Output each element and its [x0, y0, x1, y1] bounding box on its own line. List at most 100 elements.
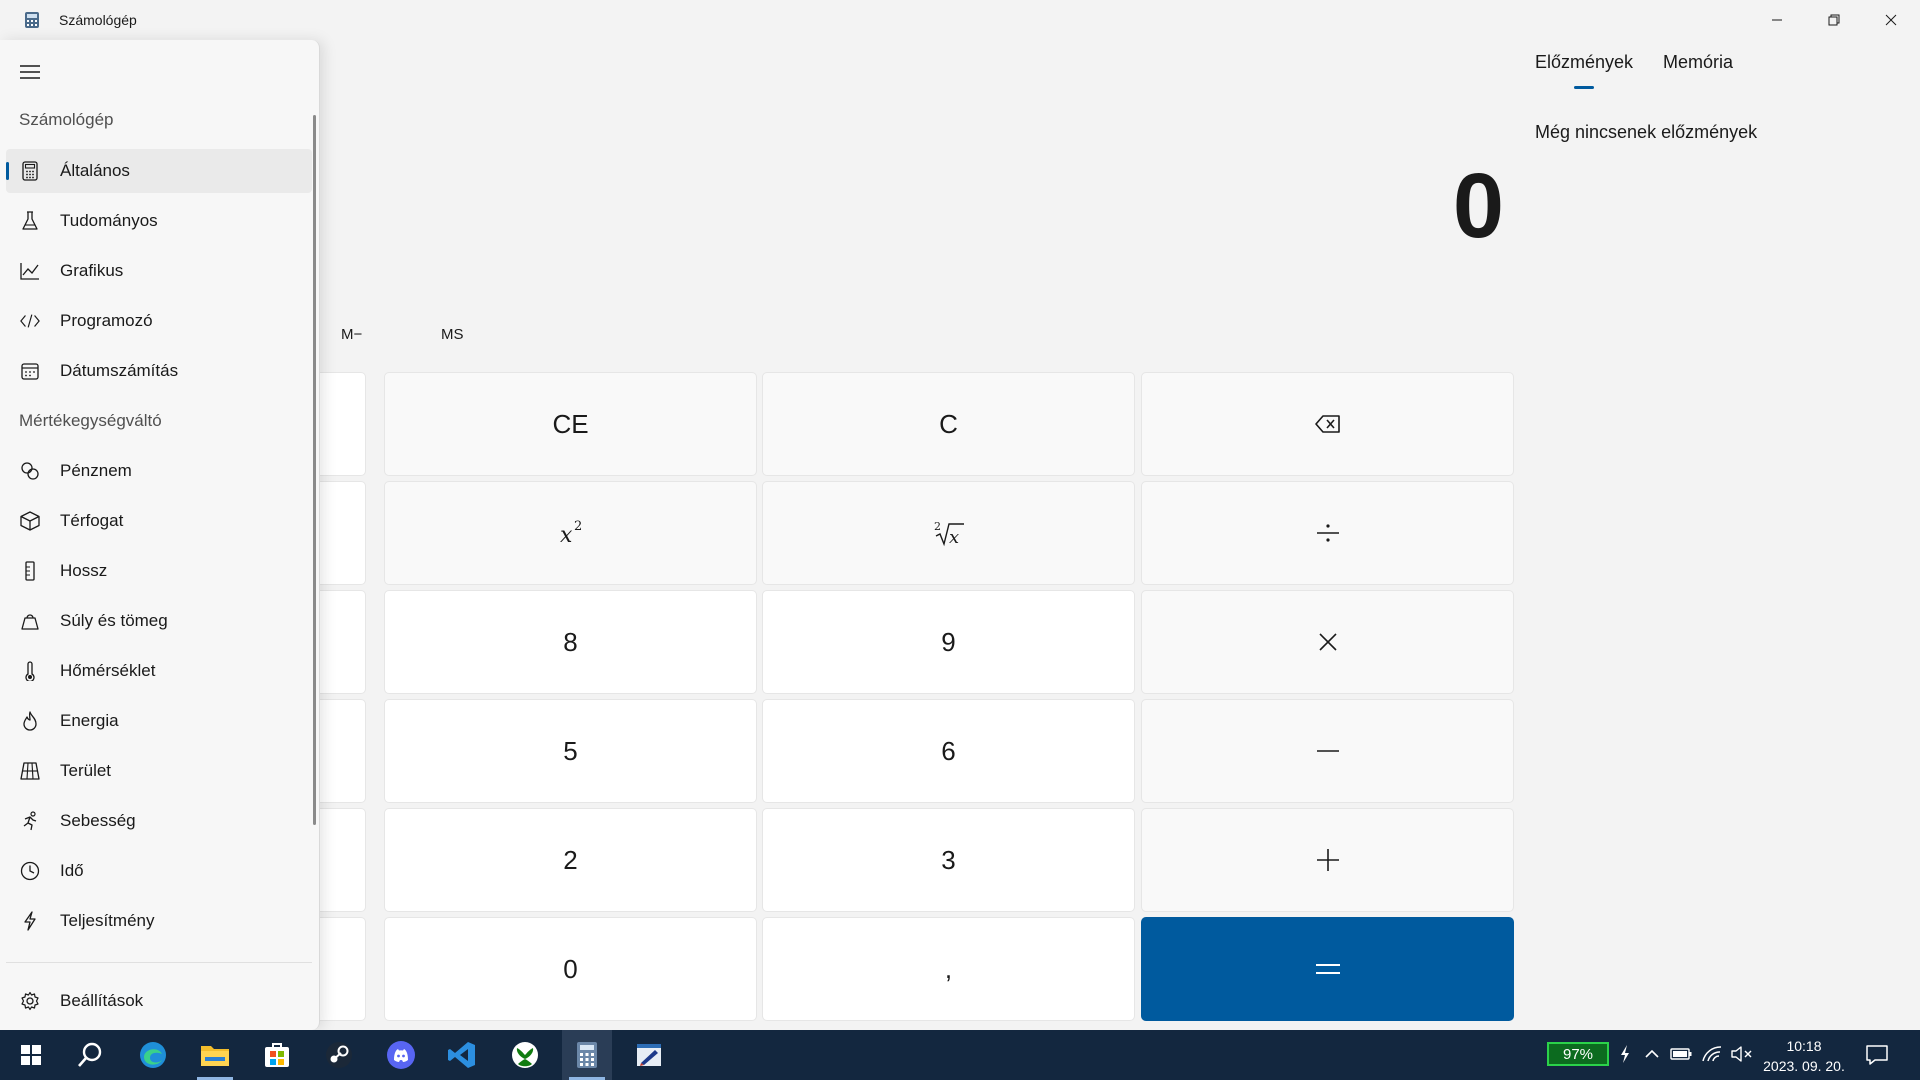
- plus-icon: [1316, 849, 1339, 871]
- svg-text:2: 2: [574, 519, 582, 534]
- restore-button[interactable]: [1806, 0, 1862, 40]
- key-zero[interactable]: 0: [384, 917, 757, 1021]
- nav-item-date-calculation[interactable]: Dátumszámítás: [6, 349, 312, 393]
- flask-icon: [20, 211, 40, 231]
- nav-item-temperature[interactable]: Hőmérséklet: [6, 649, 312, 693]
- grid-icon: [20, 761, 40, 781]
- nav-item-programmer[interactable]: Programozó: [6, 299, 312, 343]
- key-divide[interactable]: [1141, 481, 1514, 585]
- tab-memory[interactable]: Memória: [1663, 52, 1733, 89]
- notification-icon[interactable]: [1865, 1043, 1889, 1067]
- calculator-app-icon: [25, 12, 39, 28]
- result-display: 0: [1452, 155, 1504, 257]
- memory-store-button[interactable]: MS: [433, 322, 472, 347]
- key-nine[interactable]: 9: [762, 590, 1135, 694]
- flame-icon: [20, 711, 40, 731]
- nav-item-scientific[interactable]: Tudományos: [6, 199, 312, 243]
- svg-text:x: x: [560, 523, 573, 548]
- calendar-icon: [20, 361, 40, 381]
- key-clear[interactable]: C: [762, 372, 1135, 476]
- tray-overflow-chevron-icon[interactable]: [1641, 1043, 1663, 1065]
- square-root-icon: 2x: [934, 520, 964, 548]
- title-bar: Számológép: [0, 0, 1920, 40]
- close-button[interactable]: [1863, 0, 1919, 40]
- nav-item-time[interactable]: Idő: [6, 849, 312, 893]
- nav-item-settings[interactable]: Beállítások: [6, 979, 312, 1023]
- key-square-root[interactable]: 2x: [762, 481, 1135, 585]
- nav-item-graphing[interactable]: Grafikus: [6, 249, 312, 293]
- volume-muted-icon[interactable]: [1731, 1043, 1753, 1065]
- taskbar-file-explorer[interactable]: [190, 1030, 240, 1080]
- clock-time: 10:18: [1786, 1038, 1822, 1054]
- tab-history[interactable]: Előzmények: [1535, 52, 1633, 89]
- nav-item-volume[interactable]: Térfogat: [6, 499, 312, 543]
- nav-label: Sebesség: [60, 811, 136, 830]
- hamburger-menu-icon[interactable]: [19, 64, 41, 80]
- steam-icon: [326, 1042, 352, 1068]
- key-backspace[interactable]: [1141, 372, 1514, 476]
- history-empty-text: Még nincsenek előzmények: [1535, 122, 1758, 142]
- svg-text:2: 2: [934, 520, 941, 533]
- nav-label: Hőmérséklet: [60, 661, 156, 680]
- wifi-icon[interactable]: [1701, 1043, 1723, 1065]
- taskbar-xbox[interactable]: [500, 1030, 550, 1080]
- key-eight[interactable]: 8: [384, 590, 757, 694]
- taskbar-edge[interactable]: [128, 1030, 178, 1080]
- key-decimal[interactable]: ,: [762, 917, 1135, 1021]
- nav-label: Beállítások: [60, 991, 144, 1010]
- close-icon: [1885, 14, 1897, 26]
- taskbar-discord[interactable]: [376, 1030, 426, 1080]
- minimize-button[interactable]: [1749, 0, 1805, 40]
- taskbar-clock[interactable]: 10:18 2023. 09. 20.: [1762, 1036, 1846, 1076]
- nav-label: Grafikus: [60, 261, 124, 280]
- nav-item-energy[interactable]: Energia: [6, 699, 312, 743]
- key-six[interactable]: 6: [762, 699, 1135, 803]
- key-square[interactable]: x2: [384, 481, 757, 585]
- history-tabs: Előzmények Memória: [1535, 52, 1733, 89]
- discord-icon: [387, 1041, 415, 1069]
- taskbar-store[interactable]: [252, 1030, 302, 1080]
- taskbar-vscode[interactable]: [437, 1030, 487, 1080]
- nav-item-currency[interactable]: Pénznem: [6, 449, 312, 493]
- equals-icon: [1315, 964, 1340, 974]
- charging-icon: [1614, 1043, 1636, 1065]
- nav-label: Pénznem: [60, 461, 132, 480]
- key-two[interactable]: 2: [384, 808, 757, 912]
- key-add[interactable]: [1141, 808, 1514, 912]
- section-converter: Mértékegységváltó: [19, 411, 162, 430]
- key-clear-entry[interactable]: CE: [384, 372, 757, 476]
- window-title: Számológép: [59, 12, 137, 28]
- taskbar-calculator[interactable]: [562, 1030, 612, 1080]
- nav-item-standard[interactable]: Általános: [6, 149, 312, 193]
- nav-item-speed[interactable]: Sebesség: [6, 799, 312, 843]
- battery-indicator[interactable]: 97%: [1547, 1042, 1609, 1066]
- gear-icon: [20, 991, 40, 1011]
- battery-icon[interactable]: [1670, 1043, 1692, 1065]
- key-five[interactable]: 5: [384, 699, 757, 803]
- key-equals[interactable]: [1141, 917, 1514, 1021]
- code-icon: [20, 311, 40, 331]
- nav-label: Térfogat: [60, 511, 124, 530]
- nav-label: Programozó: [60, 311, 153, 330]
- memory-subtract-button[interactable]: M−: [333, 322, 370, 347]
- nav-item-length[interactable]: Hossz: [6, 549, 312, 593]
- square-icon: x2: [560, 519, 582, 548]
- key-subtract[interactable]: [1141, 699, 1514, 803]
- file-explorer-icon: [201, 1046, 229, 1066]
- nav-label: Teljesítmény: [60, 911, 155, 930]
- svg-text:x: x: [949, 527, 959, 548]
- minimize-icon: [1772, 19, 1782, 21]
- nav-item-weight[interactable]: Súly és tömeg: [6, 599, 312, 643]
- start-icon: [21, 1045, 41, 1065]
- taskbar-paint[interactable]: [624, 1030, 674, 1080]
- nav-item-power[interactable]: Teljesítmény: [6, 899, 312, 943]
- taskbar-steam[interactable]: [314, 1030, 364, 1080]
- xbox-icon: [512, 1042, 538, 1068]
- start-button[interactable]: [6, 1030, 56, 1080]
- key-three[interactable]: 3: [762, 808, 1135, 912]
- sidebar-scrollbar[interactable]: [313, 115, 316, 825]
- key-multiply[interactable]: [1141, 590, 1514, 694]
- nav-item-area[interactable]: Terület: [6, 749, 312, 793]
- nav-label: Hossz: [60, 561, 108, 580]
- taskbar-search[interactable]: [65, 1030, 115, 1080]
